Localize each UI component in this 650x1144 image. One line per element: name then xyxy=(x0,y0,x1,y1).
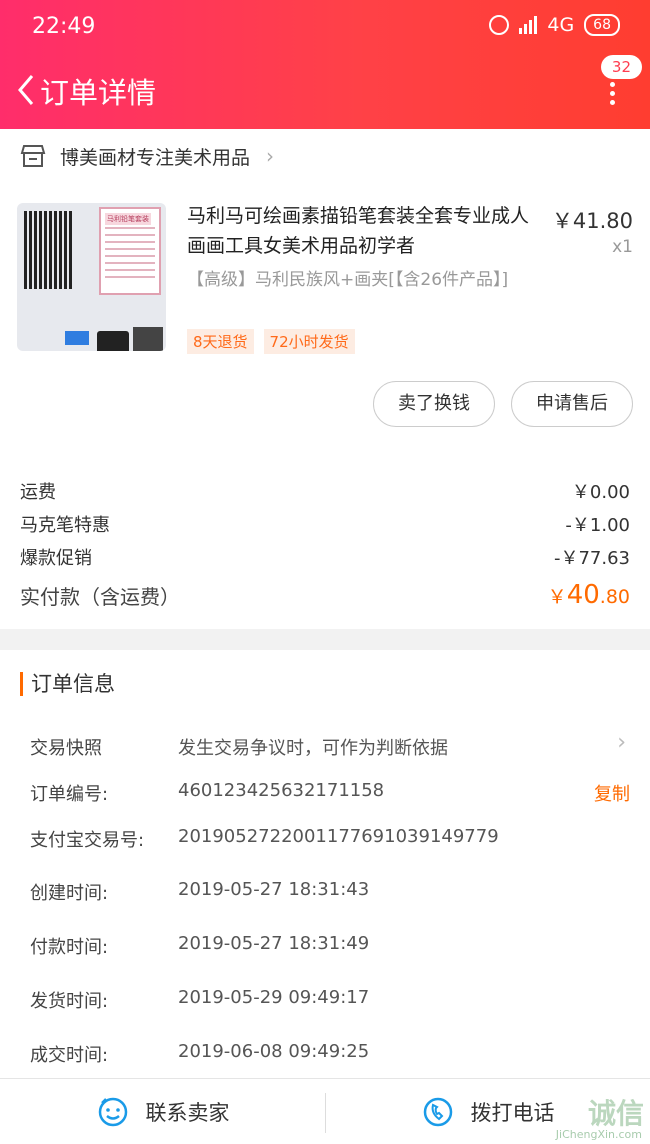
total-amount: ￥40.80 xyxy=(547,580,630,610)
chevron-right-icon: › xyxy=(617,730,626,755)
fee-row: 运费 ￥0.00 xyxy=(20,474,630,507)
service-tags: 8天退货 72小时发货 xyxy=(187,329,355,354)
fee-value: ￥0.00 xyxy=(571,481,630,503)
info-label: 成交时间: xyxy=(30,1045,109,1066)
copy-button[interactable]: 复制 xyxy=(594,780,630,806)
bottom-action-bar: 联系卖家 拨打电话 xyxy=(0,1078,650,1144)
message-count-badge[interactable]: 32 xyxy=(600,55,642,79)
fee-list: 运费 ￥0.00 马克笔特惠 -￥1.00 爆款促销 -￥77.63 实付款（含… xyxy=(20,474,630,615)
info-value: 2019-05-29 09:49:17 xyxy=(178,987,370,1008)
header-bar: 22:49 4G 68 订单详情 32 xyxy=(0,0,650,129)
info-value: 发生交易争议时，可作为判断依据 xyxy=(178,738,448,759)
fee-label: 爆款促销 xyxy=(20,547,92,569)
product-price: ￥41.80 xyxy=(551,209,633,233)
product-spec: 【高级】马利民族风+画夹[【含26件产品】] xyxy=(187,270,509,290)
shop-name: 博美画材专注美术用品 xyxy=(60,146,251,169)
info-label: 交易快照 xyxy=(30,738,102,759)
total-row: 实付款（含运费） ￥40.80 xyxy=(20,575,630,615)
info-value: 460123425632171158 xyxy=(178,780,385,801)
alarm-icon xyxy=(489,15,510,35)
alipay-number-row: 支付宝交易号: 2019052722001177691039149779 xyxy=(30,826,630,852)
product-box-label: 马利铅笔套装 xyxy=(105,213,151,225)
created-time-row: 创建时间: 2019-05-27 18:31:43 xyxy=(30,879,630,905)
info-value: 2019052722001177691039149779 xyxy=(178,826,499,847)
shipped-time-row: 发货时间: 2019-05-29 09:49:17 xyxy=(30,987,630,1013)
tag-shipping: 72小时发货 xyxy=(263,329,355,354)
signal-icon xyxy=(519,16,538,34)
network-label: 4G xyxy=(547,14,575,36)
page-title: 订单详情 xyxy=(40,76,157,110)
fee-row: 爆款促销 -￥77.63 xyxy=(20,540,630,573)
sell-button[interactable]: 卖了换钱 xyxy=(373,381,495,427)
order-number-row: 订单编号: 460123425632171158 复制 xyxy=(30,780,630,806)
watermark-url: JiChengXin.com xyxy=(555,1128,642,1141)
info-label: 付款时间: xyxy=(30,937,109,958)
chat-smile-icon xyxy=(98,1097,127,1127)
info-label: 订单编号: xyxy=(30,784,109,805)
order-info-card: 订单信息 交易快照 发生交易争议时，可作为判断依据 › 订单编号: 460123… xyxy=(0,650,650,1080)
fee-label: 运费 xyxy=(20,481,56,503)
status-time: 22:49 xyxy=(32,14,96,39)
shop-row[interactable]: 博美画材专注美术用品 › xyxy=(20,141,274,171)
deal-time-row: 成交时间: 2019-06-08 09:49:25 xyxy=(30,1041,630,1067)
order-item-card: 博美画材专注美术用品 › 马利铅笔套装 马利马可绘画素描铅笔套装全套专业成人画画… xyxy=(0,129,650,629)
fee-value: -￥77.63 xyxy=(553,547,630,569)
info-label: 发货时间: xyxy=(30,991,109,1012)
battery-icon: 68 xyxy=(584,14,620,36)
section-title: 订单信息 xyxy=(20,672,115,696)
status-icons: 4G 68 xyxy=(489,14,620,36)
product-title[interactable]: 马利马可绘画素描铅笔套装全套专业成人画画工具女美术用品初学者 xyxy=(187,201,537,261)
contact-seller-button[interactable]: 联系卖家 xyxy=(0,1079,325,1144)
fee-label: 马克笔特惠 xyxy=(20,514,110,536)
total-label: 实付款（含运费） xyxy=(20,584,180,609)
chevron-right-icon: › xyxy=(266,144,275,168)
product-image[interactable]: 马利铅笔套装 xyxy=(17,203,166,351)
contact-seller-label: 联系卖家 xyxy=(145,1101,230,1125)
back-button[interactable] xyxy=(10,70,44,110)
info-value: 2019-05-27 18:31:43 xyxy=(178,879,370,900)
info-label: 支付宝交易号: xyxy=(30,830,145,851)
after-sales-button[interactable]: 申请售后 xyxy=(511,381,633,427)
product-quantity: x1 xyxy=(612,237,633,257)
info-value: 2019-06-08 09:49:25 xyxy=(178,1041,370,1062)
fee-value: -￥1.00 xyxy=(565,514,630,536)
shop-icon xyxy=(20,145,46,167)
chevron-left-icon xyxy=(18,75,34,105)
phone-icon xyxy=(423,1097,452,1127)
divider xyxy=(325,1093,326,1133)
more-button[interactable] xyxy=(610,82,616,105)
call-label: 拨打电话 xyxy=(470,1101,555,1125)
snapshot-row[interactable]: 交易快照 发生交易争议时，可作为判断依据 › xyxy=(30,730,630,760)
tag-return: 8天退货 xyxy=(187,329,254,354)
item-actions: 卖了换钱 申请售后 xyxy=(373,381,633,427)
info-label: 创建时间: xyxy=(30,883,109,904)
watermark-logo: 诚信 xyxy=(587,1097,644,1130)
fee-row: 马克笔特惠 -￥1.00 xyxy=(20,507,630,540)
paid-time-row: 付款时间: 2019-05-27 18:31:49 xyxy=(30,933,630,959)
info-value: 2019-05-27 18:31:49 xyxy=(178,933,370,954)
